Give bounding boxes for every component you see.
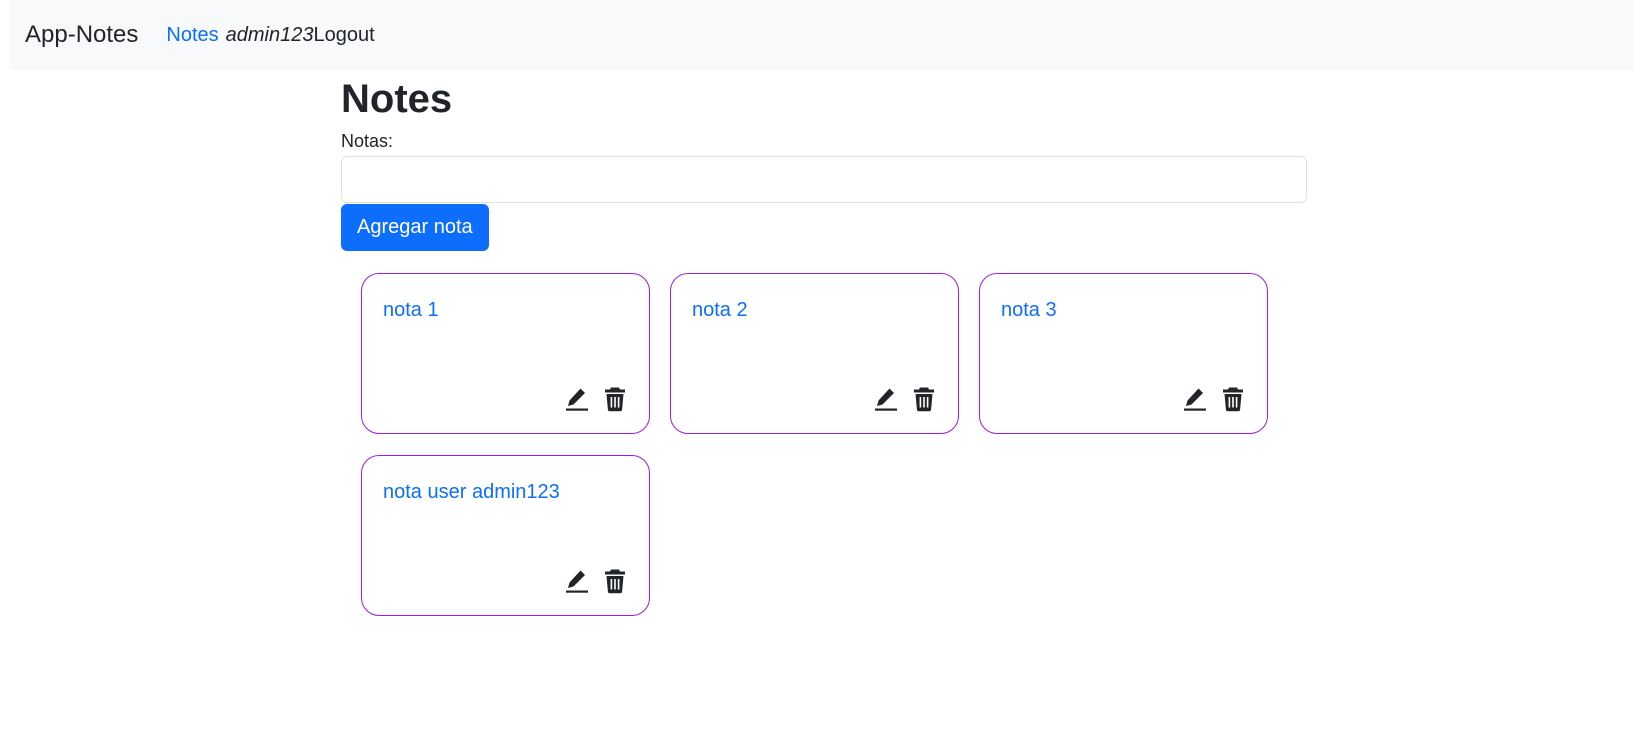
- note-card: nota user admin123: [361, 455, 650, 616]
- note-actions: [1183, 386, 1245, 412]
- brand-link[interactable]: App-Notes: [25, 21, 138, 49]
- trash-icon[interactable]: [603, 568, 627, 594]
- nav-notes-link[interactable]: Notes: [166, 24, 218, 47]
- trash-icon[interactable]: [912, 386, 936, 412]
- note-title-link[interactable]: nota user admin123: [383, 481, 560, 504]
- note-title-link[interactable]: nota 3: [1001, 299, 1057, 322]
- add-note-button[interactable]: Agregar nota: [341, 204, 489, 252]
- note-card: nota 1: [361, 273, 650, 434]
- top-navbar: App-Notes Notes admin123 Logout: [9, 0, 1633, 70]
- note-card: nota 3: [979, 273, 1268, 434]
- logout-link[interactable]: Logout: [313, 24, 374, 47]
- pencil-icon[interactable]: [565, 386, 589, 412]
- nav-username: admin123: [225, 23, 314, 46]
- note-actions: [874, 386, 936, 412]
- pencil-icon[interactable]: [1183, 386, 1207, 412]
- note-input[interactable]: [341, 156, 1307, 204]
- trash-icon[interactable]: [603, 386, 627, 412]
- note-card: nota 2: [670, 273, 959, 434]
- pencil-icon[interactable]: [565, 568, 589, 594]
- main-container: Notes Notas: Agregar nota: [341, 70, 1307, 252]
- pencil-icon[interactable]: [874, 386, 898, 412]
- note-actions: [565, 568, 627, 594]
- notes-input-label: Notas:: [341, 131, 394, 151]
- note-title-link[interactable]: nota 2: [692, 299, 748, 322]
- page-title: Notes: [341, 77, 453, 121]
- note-actions: [565, 386, 627, 412]
- nav-links: Notes admin123 Logout: [166, 24, 374, 47]
- note-title-link[interactable]: nota 1: [383, 299, 439, 322]
- trash-icon[interactable]: [1221, 386, 1245, 412]
- notes-grid: nota 1 nota 2 nota 3 nota user admin123: [361, 273, 1311, 616]
